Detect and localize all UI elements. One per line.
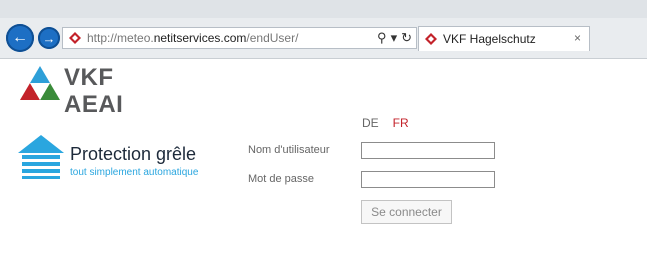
- logo-vkf-text: VKF: [64, 64, 114, 91]
- house-shield-icon: [18, 135, 64, 179]
- vkf-logo-icon: [20, 66, 60, 100]
- address-bar[interactable]: http://meteo.netitservices.com/endUser/ …: [62, 27, 417, 49]
- lang-de-link[interactable]: DE: [362, 116, 379, 130]
- back-arrow-icon: ←: [12, 29, 28, 46]
- address-controls: ⚲ ▾ ↻: [377, 30, 412, 46]
- dropdown-icon[interactable]: ▾: [391, 30, 398, 46]
- password-input[interactable]: [361, 171, 495, 188]
- brand-title: Protection grêle: [70, 144, 197, 164]
- login-button[interactable]: Se connecter: [361, 200, 452, 224]
- search-icon[interactable]: ⚲: [377, 30, 387, 46]
- lang-fr-link[interactable]: FR: [393, 116, 409, 130]
- title-bar: [0, 0, 647, 18]
- close-icon[interactable]: ×: [574, 31, 581, 45]
- username-input[interactable]: [361, 142, 495, 159]
- tab-title: VKF Hagelschutz: [443, 32, 536, 46]
- language-selector: DE FR: [362, 116, 409, 130]
- brand-subtitle: tout simplement automatique: [70, 167, 199, 178]
- back-button[interactable]: ←: [6, 24, 34, 52]
- vkf-favicon-icon: [69, 32, 81, 44]
- forward-button[interactable]: →: [38, 27, 60, 49]
- password-label: Mot de passe: [248, 173, 315, 185]
- url-text[interactable]: http://meteo.netitservices.com/endUser/: [87, 31, 298, 45]
- vkf-favicon-icon: [425, 33, 437, 45]
- forward-arrow-icon: →: [42, 30, 56, 46]
- browser-chrome: ← → http://meteo.netitservices.com/endUs…: [0, 0, 647, 59]
- logo-aeai-text: AEAI: [64, 91, 124, 118]
- refresh-icon[interactable]: ↻: [401, 30, 412, 46]
- tab-vkf-hagelschutz[interactable]: VKF Hagelschutz ×: [418, 26, 590, 51]
- username-label: Nom d'utilisateur: [248, 144, 330, 156]
